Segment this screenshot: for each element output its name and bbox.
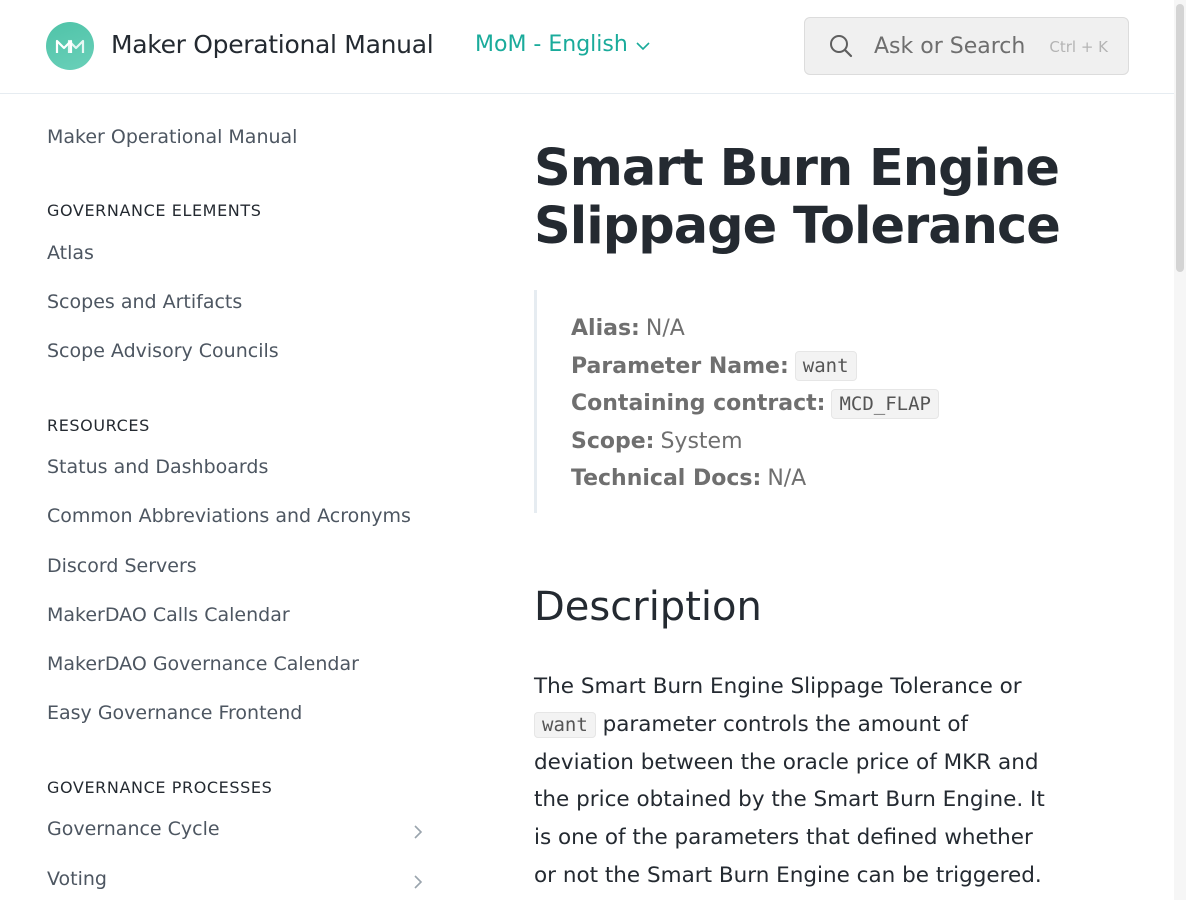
sidebar-item-atlas[interactable]: Atlas [47,242,94,264]
language-switcher[interactable]: MoM - English [475,32,650,57]
search-box[interactable]: Ask or Search Ctrl + K [804,17,1129,75]
description-intro: The Smart Burn Engine Slippage Tolerance… [534,674,1022,699]
chevron-down-icon [636,32,650,57]
search-shortcut-hint: Ctrl + K [1049,38,1108,56]
chevron-right-icon[interactable] [412,824,424,840]
description-inline-code: want [534,711,596,738]
sidebar-item-governance-cycle[interactable]: Governance Cycle [47,818,220,840]
description-rest: parameter controls the amount of deviati… [534,711,1045,888]
meta-alias-value: N/A [645,316,685,341]
chevron-right-icon[interactable] [412,874,424,890]
meta-technical-docs: Technical Docs: N/A [571,460,1054,498]
sidebar-item-easy-governance-frontend[interactable]: Easy Governance Frontend [47,702,302,724]
meta-param-label: Parameter Name: [571,353,789,379]
sidebar-item-voting[interactable]: Voting [47,868,107,890]
meta-parameter-name: Parameter Name: want [571,348,1054,386]
meta-scope-value: System [660,428,743,454]
meta-contract-value-code: MCD_FLAP [831,388,939,419]
sidebar-item-status-and-dashboards[interactable]: Status and Dashboards [47,456,268,478]
meta-docs-value: N/A [767,466,807,492]
meta-docs-label: Technical Docs: [571,466,762,492]
page-scrollbar-thumb[interactable] [1176,4,1184,272]
parameter-metadata-block: Alias: N/A Parameter Name: want Containi… [534,290,1054,513]
sidebar-item-scope-advisory-councils[interactable]: Scope Advisory Councils [47,340,279,362]
language-label: MoM - English [475,32,628,57]
search-icon [828,33,854,59]
top-header: Maker Operational Manual MoM - English A… [0,0,1174,94]
meta-contract-label: Containing contract: [571,391,826,417]
section-heading-description: Description [534,584,762,630]
meta-param-value-code: want [794,351,857,382]
description-paragraph: The Smart Burn Engine Slippage Tolerance… [534,668,1054,895]
sidebar-item-governance-calendar[interactable]: MakerDAO Governance Calendar [47,653,359,675]
sidebar-item-discord-servers[interactable]: Discord Servers [47,555,197,577]
search-placeholder: Ask or Search [874,33,1026,59]
sidebar-item-common-abbreviations[interactable]: Common Abbreviations and Acronyms [47,505,411,527]
site-title[interactable]: Maker Operational Manual [111,30,434,59]
meta-alias: Alias: N/A [571,310,1054,348]
meta-containing-contract: Containing contract: MCD_FLAP [571,385,1054,423]
meta-scope: Scope: System [571,423,1054,461]
sidebar-section-resources: RESOURCES [47,416,150,435]
sidebar-item-scopes-and-artifacts[interactable]: Scopes and Artifacts [47,291,242,313]
sidebar-item-calls-calendar[interactable]: MakerDAO Calls Calendar [47,604,290,626]
sidebar-section-governance-processes: GOVERNANCE PROCESSES [47,778,273,797]
meta-scope-label: Scope: [571,428,655,454]
sidebar-section-governance-elements: GOVERNANCE ELEMENTS [47,201,262,220]
maker-logo-icon[interactable] [46,22,94,70]
page-title: Smart Burn Engine Slippage Tolerance [534,139,1061,256]
meta-alias-label: Alias: [571,316,640,341]
sidebar-item-maker-operational-manual[interactable]: Maker Operational Manual [47,126,297,148]
